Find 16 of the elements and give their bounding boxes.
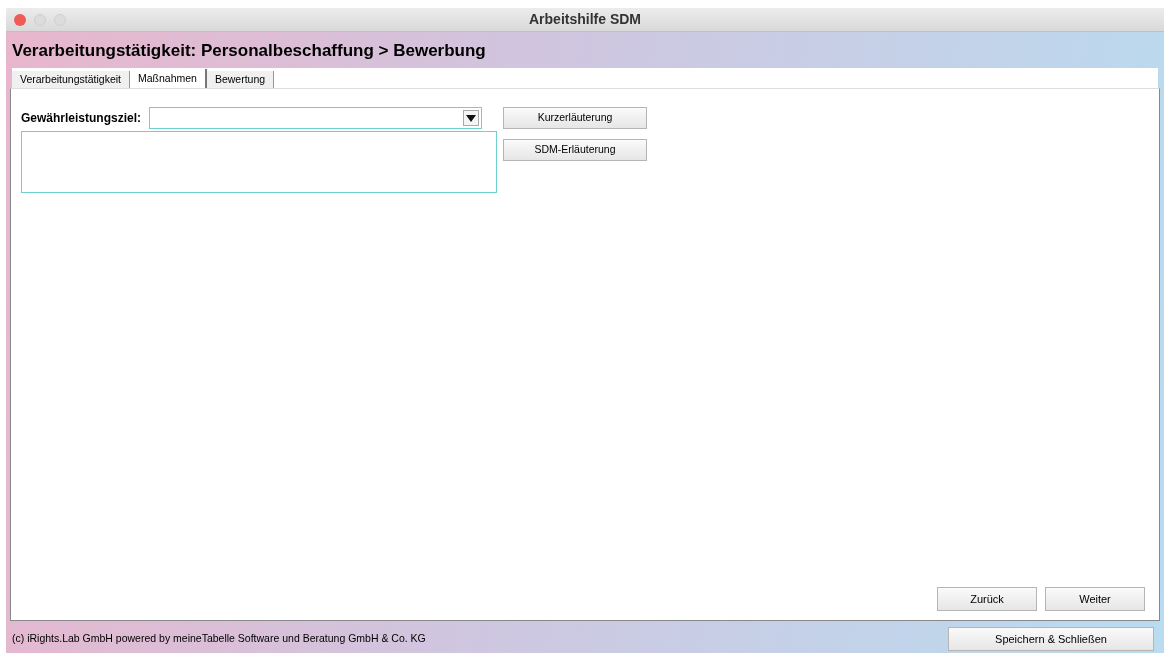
explanation-button[interactable]: Kurzerläuterung [503,107,647,129]
next-button[interactable]: Weiter [1045,587,1145,611]
dropdown-field[interactable] [149,107,483,129]
tab[interactable]: Bewertung [206,71,275,88]
close-icon[interactable] [14,14,26,26]
back-button[interactable]: Zurück [937,587,1037,611]
copyright-text: (c) iRights.Lab GmbH powered by meineTabelle Software und Beratung GmbH & Co. KG [12,631,426,647]
field-label: Gewährleistungsziel: [21,110,142,127]
save-close-button[interactable]: Speichern & Schließen [948,627,1154,651]
page-heading: Verarbeitungstätigkeit: Personalbeschaffung > Bewerbung [11,40,487,62]
window-title: Arbeitshilfe SDM [529,10,641,29]
text-area[interactable] [21,131,497,193]
minimize-icon[interactable] [34,14,46,26]
tab[interactable]: Verarbeitungstätigkeit [12,71,130,88]
zoom-icon[interactable] [54,14,66,26]
explanation-button[interactable]: SDM-Erläuterung [503,139,647,161]
